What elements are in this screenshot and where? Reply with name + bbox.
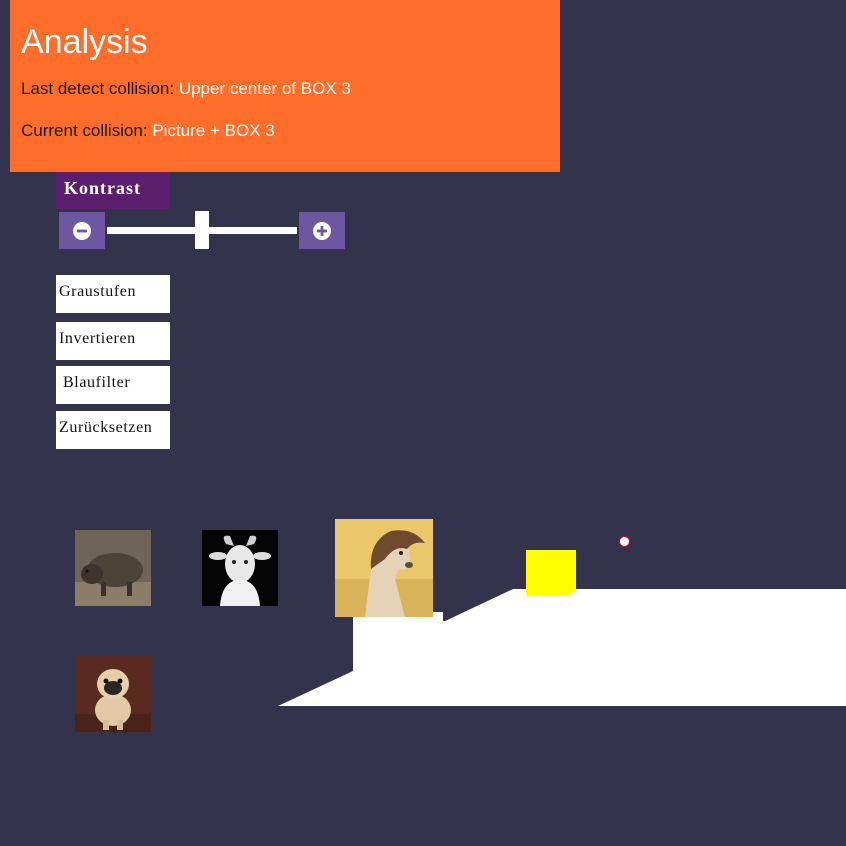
goat-image [202,530,278,606]
boar-image [75,530,151,606]
current-collision-label: Current collision: [21,121,148,140]
current-collision-value: Picture + BOX 3 [152,121,275,140]
contrast-decrease-button[interactable] [59,212,105,249]
horse-picture[interactable] [335,519,433,617]
boar-picture[interactable] [75,530,151,606]
last-collision-value: Upper center of BOX 3 [178,79,351,98]
contrast-increase-button[interactable] [299,212,345,249]
analysis-panel: Analysis Last detect collision: Upper ce… [10,0,560,172]
minus-circle-icon [73,221,91,240]
invert-button[interactable]: Invertieren [56,322,170,360]
grayscale-button[interactable]: Graustufen [56,275,170,313]
stage: Analysis Last detect collision: Upper ce… [0,0,846,846]
bluefilter-button[interactable]: Blaufilter [56,366,170,404]
pug-image [75,656,151,732]
box-3-shape [526,550,576,595]
last-collision-line: Last detect collision: Upper center of B… [21,79,351,99]
plus-circle-icon [313,221,331,240]
contrast-slider-thumb[interactable] [195,211,209,249]
current-collision-line: Current collision: Picture + BOX 3 [21,121,275,141]
last-collision-label: Last detect collision: [21,79,175,98]
reset-button[interactable]: Zurücksetzen [56,411,170,449]
box-3[interactable] [526,550,576,595]
pug-picture[interactable] [75,656,151,732]
analysis-title: Analysis [21,23,148,61]
goat-picture[interactable] [202,530,278,606]
horse-image [335,519,433,617]
collision-marker-dot[interactable] [619,536,630,547]
ground-platform [278,621,846,706]
contrast-label: Kontrast [56,172,170,209]
